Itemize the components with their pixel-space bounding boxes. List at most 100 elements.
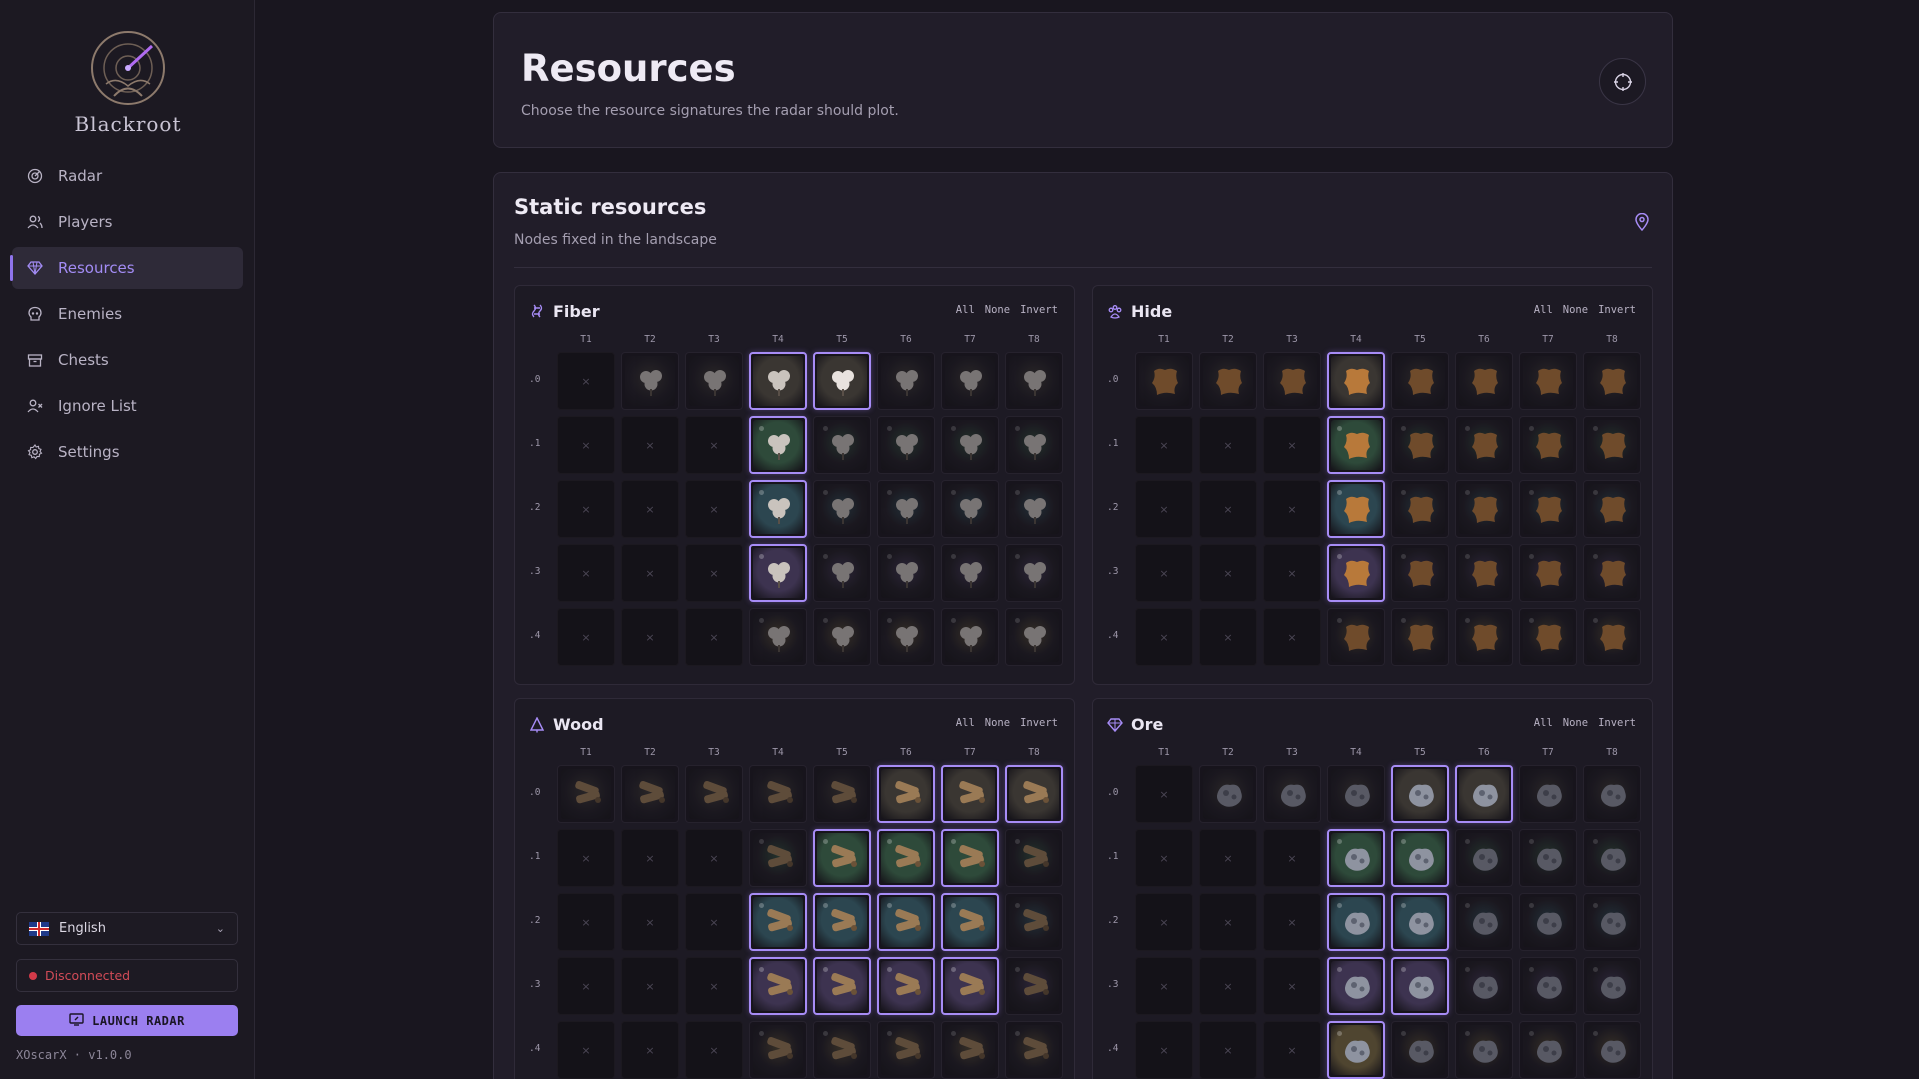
select-all-button[interactable]: All	[956, 304, 975, 316]
ore-tier-5-enchant-3-toggle[interactable]	[1391, 957, 1449, 1015]
fiber-tier-3-enchant-0-toggle[interactable]	[685, 352, 743, 410]
wood-tier-6-enchant-1-toggle[interactable]	[877, 829, 935, 887]
wood-tier-7-enchant-4-toggle[interactable]	[941, 1021, 999, 1079]
fiber-tier-5-enchant-0-toggle[interactable]	[813, 352, 871, 410]
hide-tier-6-enchant-0-toggle[interactable]	[1455, 352, 1513, 410]
unavailable-cell[interactable]: ×	[621, 893, 679, 951]
hide-tier-8-enchant-1-toggle[interactable]	[1583, 416, 1641, 474]
fiber-tier-6-enchant-0-toggle[interactable]	[877, 352, 935, 410]
select-all-button[interactable]: All	[1534, 304, 1553, 316]
unavailable-cell[interactable]: ×	[557, 957, 615, 1015]
unavailable-cell[interactable]: ×	[1199, 957, 1257, 1015]
fiber-tier-2-enchant-0-toggle[interactable]	[621, 352, 679, 410]
unavailable-cell[interactable]: ×	[557, 416, 615, 474]
unavailable-cell[interactable]: ×	[1135, 608, 1193, 666]
ore-tier-5-enchant-2-toggle[interactable]	[1391, 893, 1449, 951]
ore-tier-8-enchant-1-toggle[interactable]	[1583, 829, 1641, 887]
wood-tier-8-enchant-2-toggle[interactable]	[1005, 893, 1063, 951]
ore-tier-7-enchant-3-toggle[interactable]	[1519, 957, 1577, 1015]
ore-tier-5-enchant-1-toggle[interactable]	[1391, 829, 1449, 887]
fiber-tier-8-enchant-3-toggle[interactable]	[1005, 544, 1063, 602]
hide-tier-7-enchant-4-toggle[interactable]	[1519, 608, 1577, 666]
language-select[interactable]: English ⌄	[16, 912, 238, 945]
hide-tier-4-enchant-3-toggle[interactable]	[1327, 544, 1385, 602]
unavailable-cell[interactable]: ×	[1135, 829, 1193, 887]
unavailable-cell[interactable]: ×	[685, 829, 743, 887]
select-none-button[interactable]: None	[985, 717, 1010, 729]
wood-tier-1-enchant-0-toggle[interactable]	[557, 765, 615, 823]
ore-tier-6-enchant-4-toggle[interactable]	[1455, 1021, 1513, 1079]
ore-tier-7-enchant-1-toggle[interactable]	[1519, 829, 1577, 887]
unavailable-cell[interactable]: ×	[685, 480, 743, 538]
hide-tier-6-enchant-4-toggle[interactable]	[1455, 608, 1513, 666]
ore-tier-4-enchant-4-toggle[interactable]	[1327, 1021, 1385, 1079]
sidebar-item-radar[interactable]: Radar	[12, 155, 243, 197]
fiber-tier-7-enchant-0-toggle[interactable]	[941, 352, 999, 410]
unavailable-cell[interactable]: ×	[1135, 893, 1193, 951]
hide-tier-3-enchant-0-toggle[interactable]	[1263, 352, 1321, 410]
select-none-button[interactable]: None	[985, 304, 1010, 316]
fiber-tier-5-enchant-3-toggle[interactable]	[813, 544, 871, 602]
unavailable-cell[interactable]: ×	[685, 957, 743, 1015]
fiber-tier-4-enchant-4-toggle[interactable]	[749, 608, 807, 666]
crosshair-button[interactable]	[1599, 58, 1646, 105]
sidebar-item-resources[interactable]: Resources	[10, 247, 243, 289]
unavailable-cell[interactable]: ×	[621, 480, 679, 538]
ore-tier-7-enchant-0-toggle[interactable]	[1519, 765, 1577, 823]
unavailable-cell[interactable]: ×	[621, 544, 679, 602]
unavailable-cell[interactable]: ×	[1135, 765, 1193, 823]
invert-selection-button[interactable]: Invert	[1020, 717, 1058, 729]
ore-tier-4-enchant-1-toggle[interactable]	[1327, 829, 1385, 887]
unavailable-cell[interactable]: ×	[1263, 957, 1321, 1015]
ore-tier-6-enchant-2-toggle[interactable]	[1455, 893, 1513, 951]
fiber-tier-4-enchant-3-toggle[interactable]	[749, 544, 807, 602]
fiber-tier-5-enchant-4-toggle[interactable]	[813, 608, 871, 666]
ore-tier-6-enchant-0-toggle[interactable]	[1455, 765, 1513, 823]
ore-tier-8-enchant-3-toggle[interactable]	[1583, 957, 1641, 1015]
unavailable-cell[interactable]: ×	[1263, 608, 1321, 666]
wood-tier-4-enchant-3-toggle[interactable]	[749, 957, 807, 1015]
invert-selection-button[interactable]: Invert	[1598, 717, 1636, 729]
launch-radar-button[interactable]: LAUNCH RADAR	[16, 1005, 238, 1036]
fiber-tier-7-enchant-1-toggle[interactable]	[941, 416, 999, 474]
unavailable-cell[interactable]: ×	[685, 893, 743, 951]
unavailable-cell[interactable]: ×	[1199, 829, 1257, 887]
unavailable-cell[interactable]: ×	[1263, 829, 1321, 887]
wood-tier-5-enchant-3-toggle[interactable]	[813, 957, 871, 1015]
unavailable-cell[interactable]: ×	[621, 416, 679, 474]
unavailable-cell[interactable]: ×	[1135, 480, 1193, 538]
unavailable-cell[interactable]: ×	[1135, 957, 1193, 1015]
sidebar-item-chests[interactable]: Chests	[12, 339, 243, 381]
unavailable-cell[interactable]: ×	[1199, 608, 1257, 666]
ore-tier-8-enchant-4-toggle[interactable]	[1583, 1021, 1641, 1079]
hide-tier-5-enchant-2-toggle[interactable]	[1391, 480, 1449, 538]
map-pin-button[interactable]	[1634, 212, 1650, 235]
unavailable-cell[interactable]: ×	[1199, 544, 1257, 602]
fiber-tier-7-enchant-2-toggle[interactable]	[941, 480, 999, 538]
unavailable-cell[interactable]: ×	[1263, 893, 1321, 951]
ore-tier-5-enchant-4-toggle[interactable]	[1391, 1021, 1449, 1079]
ore-tier-4-enchant-2-toggle[interactable]	[1327, 893, 1385, 951]
hide-tier-1-enchant-0-toggle[interactable]	[1135, 352, 1193, 410]
hide-tier-8-enchant-2-toggle[interactable]	[1583, 480, 1641, 538]
sidebar-item-enemies[interactable]: Enemies	[12, 293, 243, 335]
hide-tier-4-enchant-2-toggle[interactable]	[1327, 480, 1385, 538]
ore-tier-4-enchant-3-toggle[interactable]	[1327, 957, 1385, 1015]
ore-tier-4-enchant-0-toggle[interactable]	[1327, 765, 1385, 823]
hide-tier-7-enchant-1-toggle[interactable]	[1519, 416, 1577, 474]
ore-tier-5-enchant-0-toggle[interactable]	[1391, 765, 1449, 823]
hide-tier-4-enchant-0-toggle[interactable]	[1327, 352, 1385, 410]
fiber-tier-6-enchant-2-toggle[interactable]	[877, 480, 935, 538]
ore-tier-8-enchant-0-toggle[interactable]	[1583, 765, 1641, 823]
ore-tier-6-enchant-1-toggle[interactable]	[1455, 829, 1513, 887]
fiber-tier-7-enchant-4-toggle[interactable]	[941, 608, 999, 666]
unavailable-cell[interactable]: ×	[1263, 544, 1321, 602]
wood-tier-8-enchant-3-toggle[interactable]	[1005, 957, 1063, 1015]
wood-tier-7-enchant-1-toggle[interactable]	[941, 829, 999, 887]
unavailable-cell[interactable]: ×	[621, 608, 679, 666]
ore-tier-2-enchant-0-toggle[interactable]	[1199, 765, 1257, 823]
fiber-tier-4-enchant-2-toggle[interactable]	[749, 480, 807, 538]
unavailable-cell[interactable]: ×	[557, 544, 615, 602]
wood-tier-5-enchant-0-toggle[interactable]	[813, 765, 871, 823]
unavailable-cell[interactable]: ×	[621, 829, 679, 887]
